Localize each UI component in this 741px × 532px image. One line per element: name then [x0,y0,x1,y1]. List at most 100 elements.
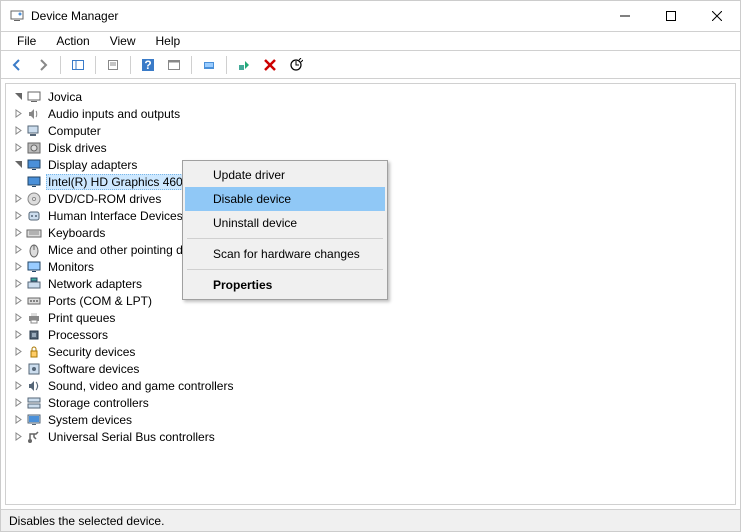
window-title: Device Manager [31,9,602,23]
tree-expander[interactable] [12,159,24,171]
tree-expander[interactable] [12,193,24,205]
tree-category[interactable]: Disk drives [8,139,733,156]
tree-node-label: Display adapters [46,158,139,172]
tree-category[interactable]: Audio inputs and outputs [8,105,733,122]
tree-expander[interactable] [12,414,24,426]
menu-action[interactable]: Action [48,32,97,50]
minimize-button[interactable] [602,1,648,31]
context-menu-item-label: Uninstall device [213,216,297,230]
tree-node-label: Software devices [46,362,141,376]
uninstall-device-button[interactable] [258,54,282,76]
usb-icon [26,429,42,445]
help-button[interactable]: ? [136,54,160,76]
context-menu-properties[interactable]: Properties [185,273,385,297]
tree-node-label: Sound, video and game controllers [46,379,235,393]
tree-expander[interactable] [12,125,24,137]
tree-category[interactable]: Processors [8,326,733,343]
tree-node-label: Audio inputs and outputs [46,107,182,121]
close-button[interactable] [694,1,740,31]
tree-expander[interactable] [12,397,24,409]
show-hide-tree-button[interactable] [66,54,90,76]
context-menu-item-label: Disable device [213,192,291,206]
app-icon [9,8,25,24]
tree-root[interactable]: Jovica [8,88,733,105]
action-button[interactable] [162,54,186,76]
tree-node-label: Disk drives [46,141,109,155]
context-menu-separator [187,269,383,270]
menu-help[interactable]: Help [148,32,189,50]
monitor-icon [26,259,42,275]
context-menu: Update driver Disable device Uninstall d… [182,160,388,300]
tree-expander[interactable] [12,363,24,375]
forward-button[interactable] [31,54,55,76]
processor-icon [26,327,42,343]
tree-expander[interactable] [12,244,24,256]
context-menu-item-label: Update driver [213,168,285,182]
tree-category[interactable]: Software devices [8,360,733,377]
tree-category[interactable]: System devices [8,411,733,428]
tree-expander[interactable] [12,295,24,307]
menu-bar: File Action View Help [1,31,740,51]
sound-icon [26,378,42,394]
menu-file[interactable]: File [9,32,44,50]
tree-expander[interactable] [12,108,24,120]
back-button[interactable] [5,54,29,76]
tree-expander[interactable] [12,91,24,103]
status-text: Disables the selected device. [9,514,164,528]
update-driver-button[interactable] [197,54,221,76]
speaker-icon [26,106,42,122]
tree-node-label: Processors [46,328,110,342]
network-icon [26,276,42,292]
tree-node-label: Computer [46,124,103,138]
tree-category[interactable]: Print queues [8,309,733,326]
tree-category[interactable]: Security devices [8,343,733,360]
context-menu-scan-hardware[interactable]: Scan for hardware changes [185,242,385,266]
tree-expander[interactable] [12,431,24,443]
maximize-button[interactable] [648,1,694,31]
context-menu-item-label: Scan for hardware changes [213,247,360,261]
title-bar: Device Manager [1,1,740,31]
tree-node-label: Monitors [46,260,96,274]
context-menu-uninstall-device[interactable]: Uninstall device [185,211,385,235]
tree-node-label: Keyboards [46,226,107,240]
tree-expander[interactable] [12,142,24,154]
computer-icon [26,89,42,105]
software-icon [26,361,42,377]
tree-expander[interactable] [12,227,24,239]
enable-device-button[interactable] [232,54,256,76]
tree-expander[interactable] [12,329,24,341]
tree-node-label: Security devices [46,345,137,359]
tree-expander[interactable] [12,210,24,222]
tree-category[interactable]: Sound, video and game controllers [8,377,733,394]
tree-category[interactable]: Storage controllers [8,394,733,411]
tree-expander[interactable] [12,312,24,324]
menu-view[interactable]: View [102,32,144,50]
device-tree-panel[interactable]: Jovica Audio inputs and outputs Computer… [5,83,736,505]
context-menu-disable-device[interactable]: Disable device [185,187,385,211]
keyboard-icon [26,225,42,241]
tree-node-label: System devices [46,413,134,427]
tree-expander[interactable] [12,261,24,273]
scan-hardware-button[interactable] [284,54,308,76]
tree-node-label: Print queues [46,311,117,325]
display-icon [26,157,42,173]
hid-icon [26,208,42,224]
tree-expander[interactable] [12,380,24,392]
mouse-icon [26,242,42,258]
tree-expander[interactable] [12,346,24,358]
context-menu-update-driver[interactable]: Update driver [185,163,385,187]
tree-node-label: Network adapters [46,277,144,291]
tree-category[interactable]: Universal Serial Bus controllers [8,428,733,445]
tree-expander[interactable] [12,278,24,290]
display-icon [26,174,42,190]
toolbar: ? [1,51,740,79]
content-area: Jovica Audio inputs and outputs Computer… [1,79,740,509]
tree-category[interactable]: Computer [8,122,733,139]
tree-node-label: DVD/CD-ROM drives [46,192,163,206]
properties-button[interactable] [101,54,125,76]
tree-node-label: Ports (COM & LPT) [46,294,154,308]
security-icon [26,344,42,360]
tree-node-label: Intel(R) HD Graphics 4600 [46,174,191,190]
tree-node-label: Storage controllers [46,396,151,410]
tree-node-label: Jovica [46,90,84,104]
